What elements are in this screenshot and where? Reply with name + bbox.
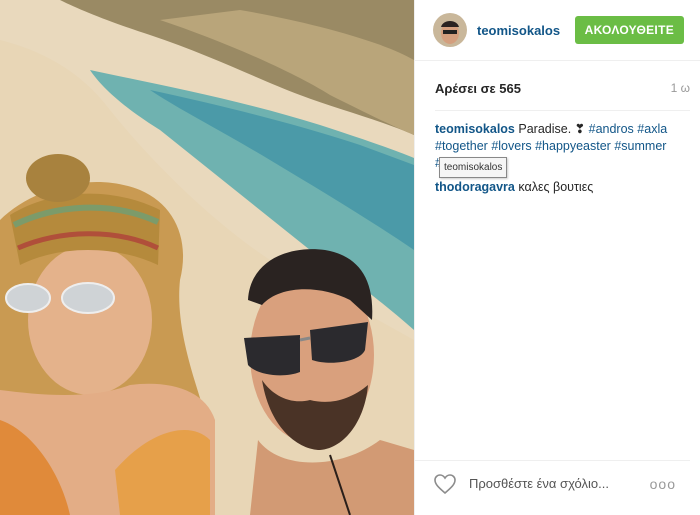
likes-count[interactable]: Αρέσει σε 565 [435, 81, 521, 96]
post-header: teomisokalos ΑΚΟΛΟΥΘΕΙΤΕ [415, 0, 700, 61]
hashtag-lovers[interactable]: #lovers [491, 139, 531, 153]
caption-text: Paradise. ❣ [518, 122, 586, 136]
more-options-icon[interactable]: ooo [650, 476, 676, 492]
likes-row: Αρέσει σε 565 1 ω [415, 61, 700, 96]
username-tooltip: teomisokalos [439, 157, 508, 178]
comment-username[interactable]: thodoragavra [435, 180, 515, 194]
post-sidebar: teomisokalos ΑΚΟΛΟΥΘΕΙΤΕ Αρέσει σε 565 1… [414, 0, 700, 515]
hashtag-summer[interactable]: #summer [614, 139, 666, 153]
follow-button[interactable]: ΑΚΟΛΟΥΘΕΙΤΕ [574, 16, 684, 44]
heart-outline-icon[interactable] [433, 473, 457, 495]
comment-text: καλες βουτιες [518, 180, 594, 194]
avatar[interactable] [433, 13, 467, 47]
add-comment-input[interactable]: Προσθέστε ένα σχόλιο... [469, 476, 650, 491]
hashtag-axla[interactable]: #axla [637, 122, 667, 136]
post-photo [0, 0, 414, 515]
hashtag-happyeaster[interactable]: #happyeaster [535, 139, 611, 153]
hashtag-andros[interactable]: #andros [589, 122, 634, 136]
comment-footer: Προσθέστε ένα σχόλιο... ooo [415, 460, 690, 506]
username[interactable]: teomisokalos [477, 23, 575, 38]
caption: teomisokalos Paradise. ❣ #andros #axla #… [415, 111, 700, 178]
hashtag-together[interactable]: #together [435, 139, 488, 153]
caption-username[interactable]: teomisokalos [435, 122, 515, 136]
post-age: 1 ω [670, 81, 690, 95]
